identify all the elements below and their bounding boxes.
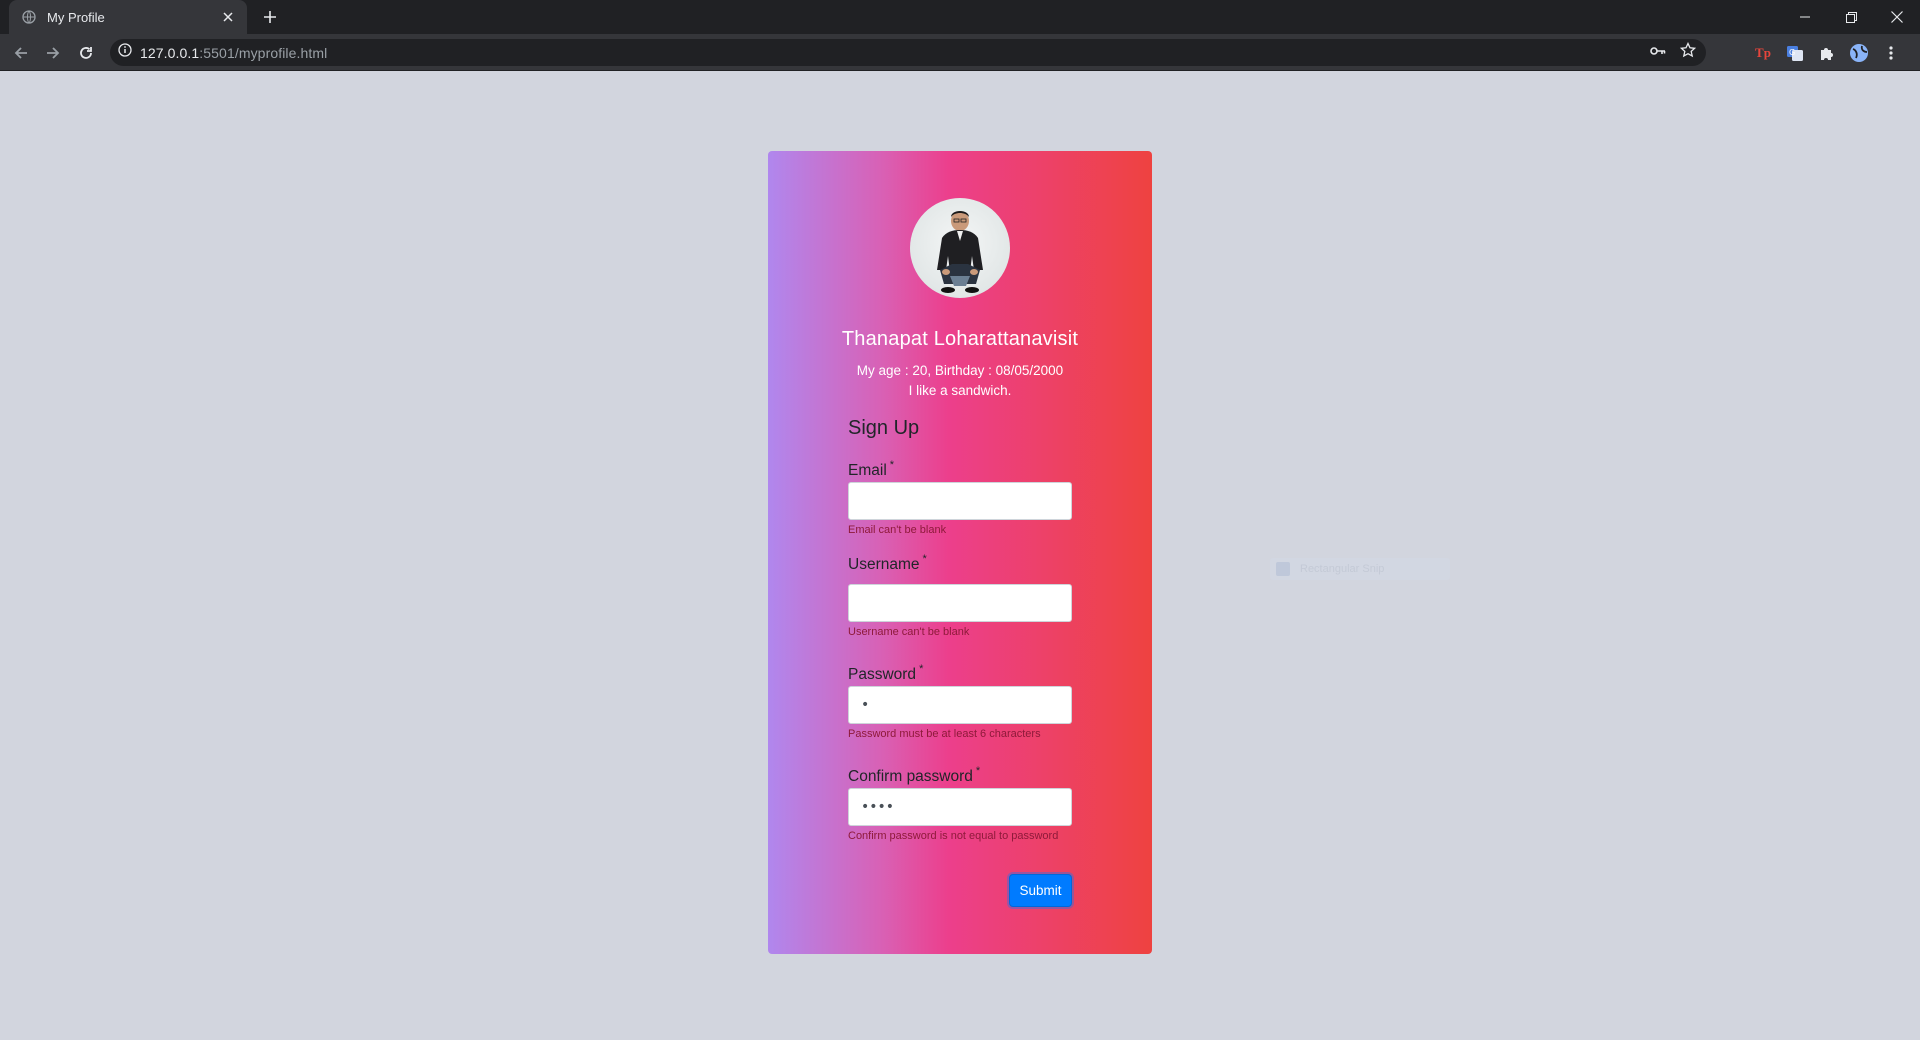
email-input[interactable]: [848, 482, 1072, 520]
username-input[interactable]: [848, 584, 1072, 622]
email-error: Email can't be blank: [848, 524, 947, 536]
email-label-text: Email: [848, 462, 887, 479]
url-host: 127.0.0.1: [140, 44, 200, 61]
address-bar[interactable]: 127.0.0.1:5501/myprofile.html: [110, 39, 1706, 66]
required-mark: *: [889, 459, 895, 471]
page-viewport: Thanapat Loharattanavisit My age : 20, B…: [0, 71, 1920, 1040]
snip-tooltip-ghost: Rectangular Snip: [1270, 558, 1450, 580]
browser-titlebar: My Profile: [0, 0, 1920, 34]
profile-info: My age : 20, Birthday : 08/05/2000 I lik…: [768, 361, 1152, 401]
back-icon[interactable]: [9, 41, 33, 65]
tab-title: My Profile: [47, 9, 105, 25]
confirm-password-input[interactable]: [848, 788, 1072, 826]
profile-card: Thanapat Loharattanavisit My age : 20, B…: [768, 151, 1152, 954]
profile-photo: [910, 198, 1010, 298]
required-mark: *: [922, 553, 927, 565]
reload-icon[interactable]: [74, 41, 98, 65]
submit-button[interactable]: Submit: [1009, 874, 1072, 907]
username-label: Username *: [848, 553, 927, 574]
tp-extension-icon[interactable]: Tp: [1752, 42, 1774, 64]
password-label-text: Password: [848, 666, 917, 683]
required-mark: *: [975, 765, 981, 777]
puzzle-icon[interactable]: [1816, 42, 1838, 64]
confirm-password-label: Confirm password *: [848, 765, 980, 786]
forward-icon[interactable]: [41, 41, 65, 65]
extensions-area: Tp G: [1752, 39, 1902, 66]
globe-icon: [21, 9, 37, 25]
key-icon[interactable]: [1650, 44, 1666, 62]
form-title: Sign Up: [848, 417, 920, 439]
confirm-password-error: Confirm password is not equal to passwor…: [848, 830, 1059, 842]
tp-extension-label: Tp: [1755, 44, 1771, 60]
restore-icon[interactable]: [1828, 0, 1874, 34]
username-label-text: Username: [848, 556, 920, 573]
snip-icon: [1276, 562, 1290, 576]
more-menu-icon[interactable]: [1880, 42, 1902, 64]
browser-tab[interactable]: My Profile: [9, 0, 247, 34]
window-controls: [1782, 0, 1920, 34]
username-error: Username can't be blank: [848, 626, 970, 638]
close-tab-icon[interactable]: [219, 8, 237, 26]
profile-avatar-icon[interactable]: [1848, 42, 1870, 64]
password-label: Password *: [848, 663, 923, 684]
bookmark-star-icon[interactable]: [1679, 41, 1697, 63]
signup-form: Sign Up Email * Email can't be blank User…: [848, 417, 1072, 842]
url-path: :5501/myprofile.html: [199, 44, 328, 61]
minimize-icon[interactable]: [1782, 0, 1828, 34]
password-input[interactable]: [848, 686, 1072, 724]
new-tab-icon[interactable]: [260, 7, 280, 27]
required-mark: *: [919, 663, 924, 675]
svg-text:G: G: [1789, 48, 1795, 57]
email-label: Email *: [848, 459, 894, 480]
url-text: 127.0.0.1:5501/myprofile.html: [140, 45, 327, 61]
password-error: Password must be at least 6 characters: [848, 728, 1041, 740]
profile-bio: I like a sandwich.: [908, 383, 1012, 398]
profile-age-birthday: My age : 20, Birthday : 08/05/2000: [856, 363, 1064, 378]
browser-toolbar: 127.0.0.1:5501/myprofile.html Tp G: [0, 34, 1920, 71]
close-window-icon[interactable]: [1874, 0, 1920, 34]
translate-extension-icon[interactable]: G: [1784, 42, 1806, 64]
snip-label: Rectangular Snip: [1300, 563, 1385, 575]
profile-name: Thanapat Loharattanavisit: [841, 328, 1079, 350]
confirm-password-label-text: Confirm password: [848, 768, 973, 785]
info-icon[interactable]: [118, 43, 132, 62]
